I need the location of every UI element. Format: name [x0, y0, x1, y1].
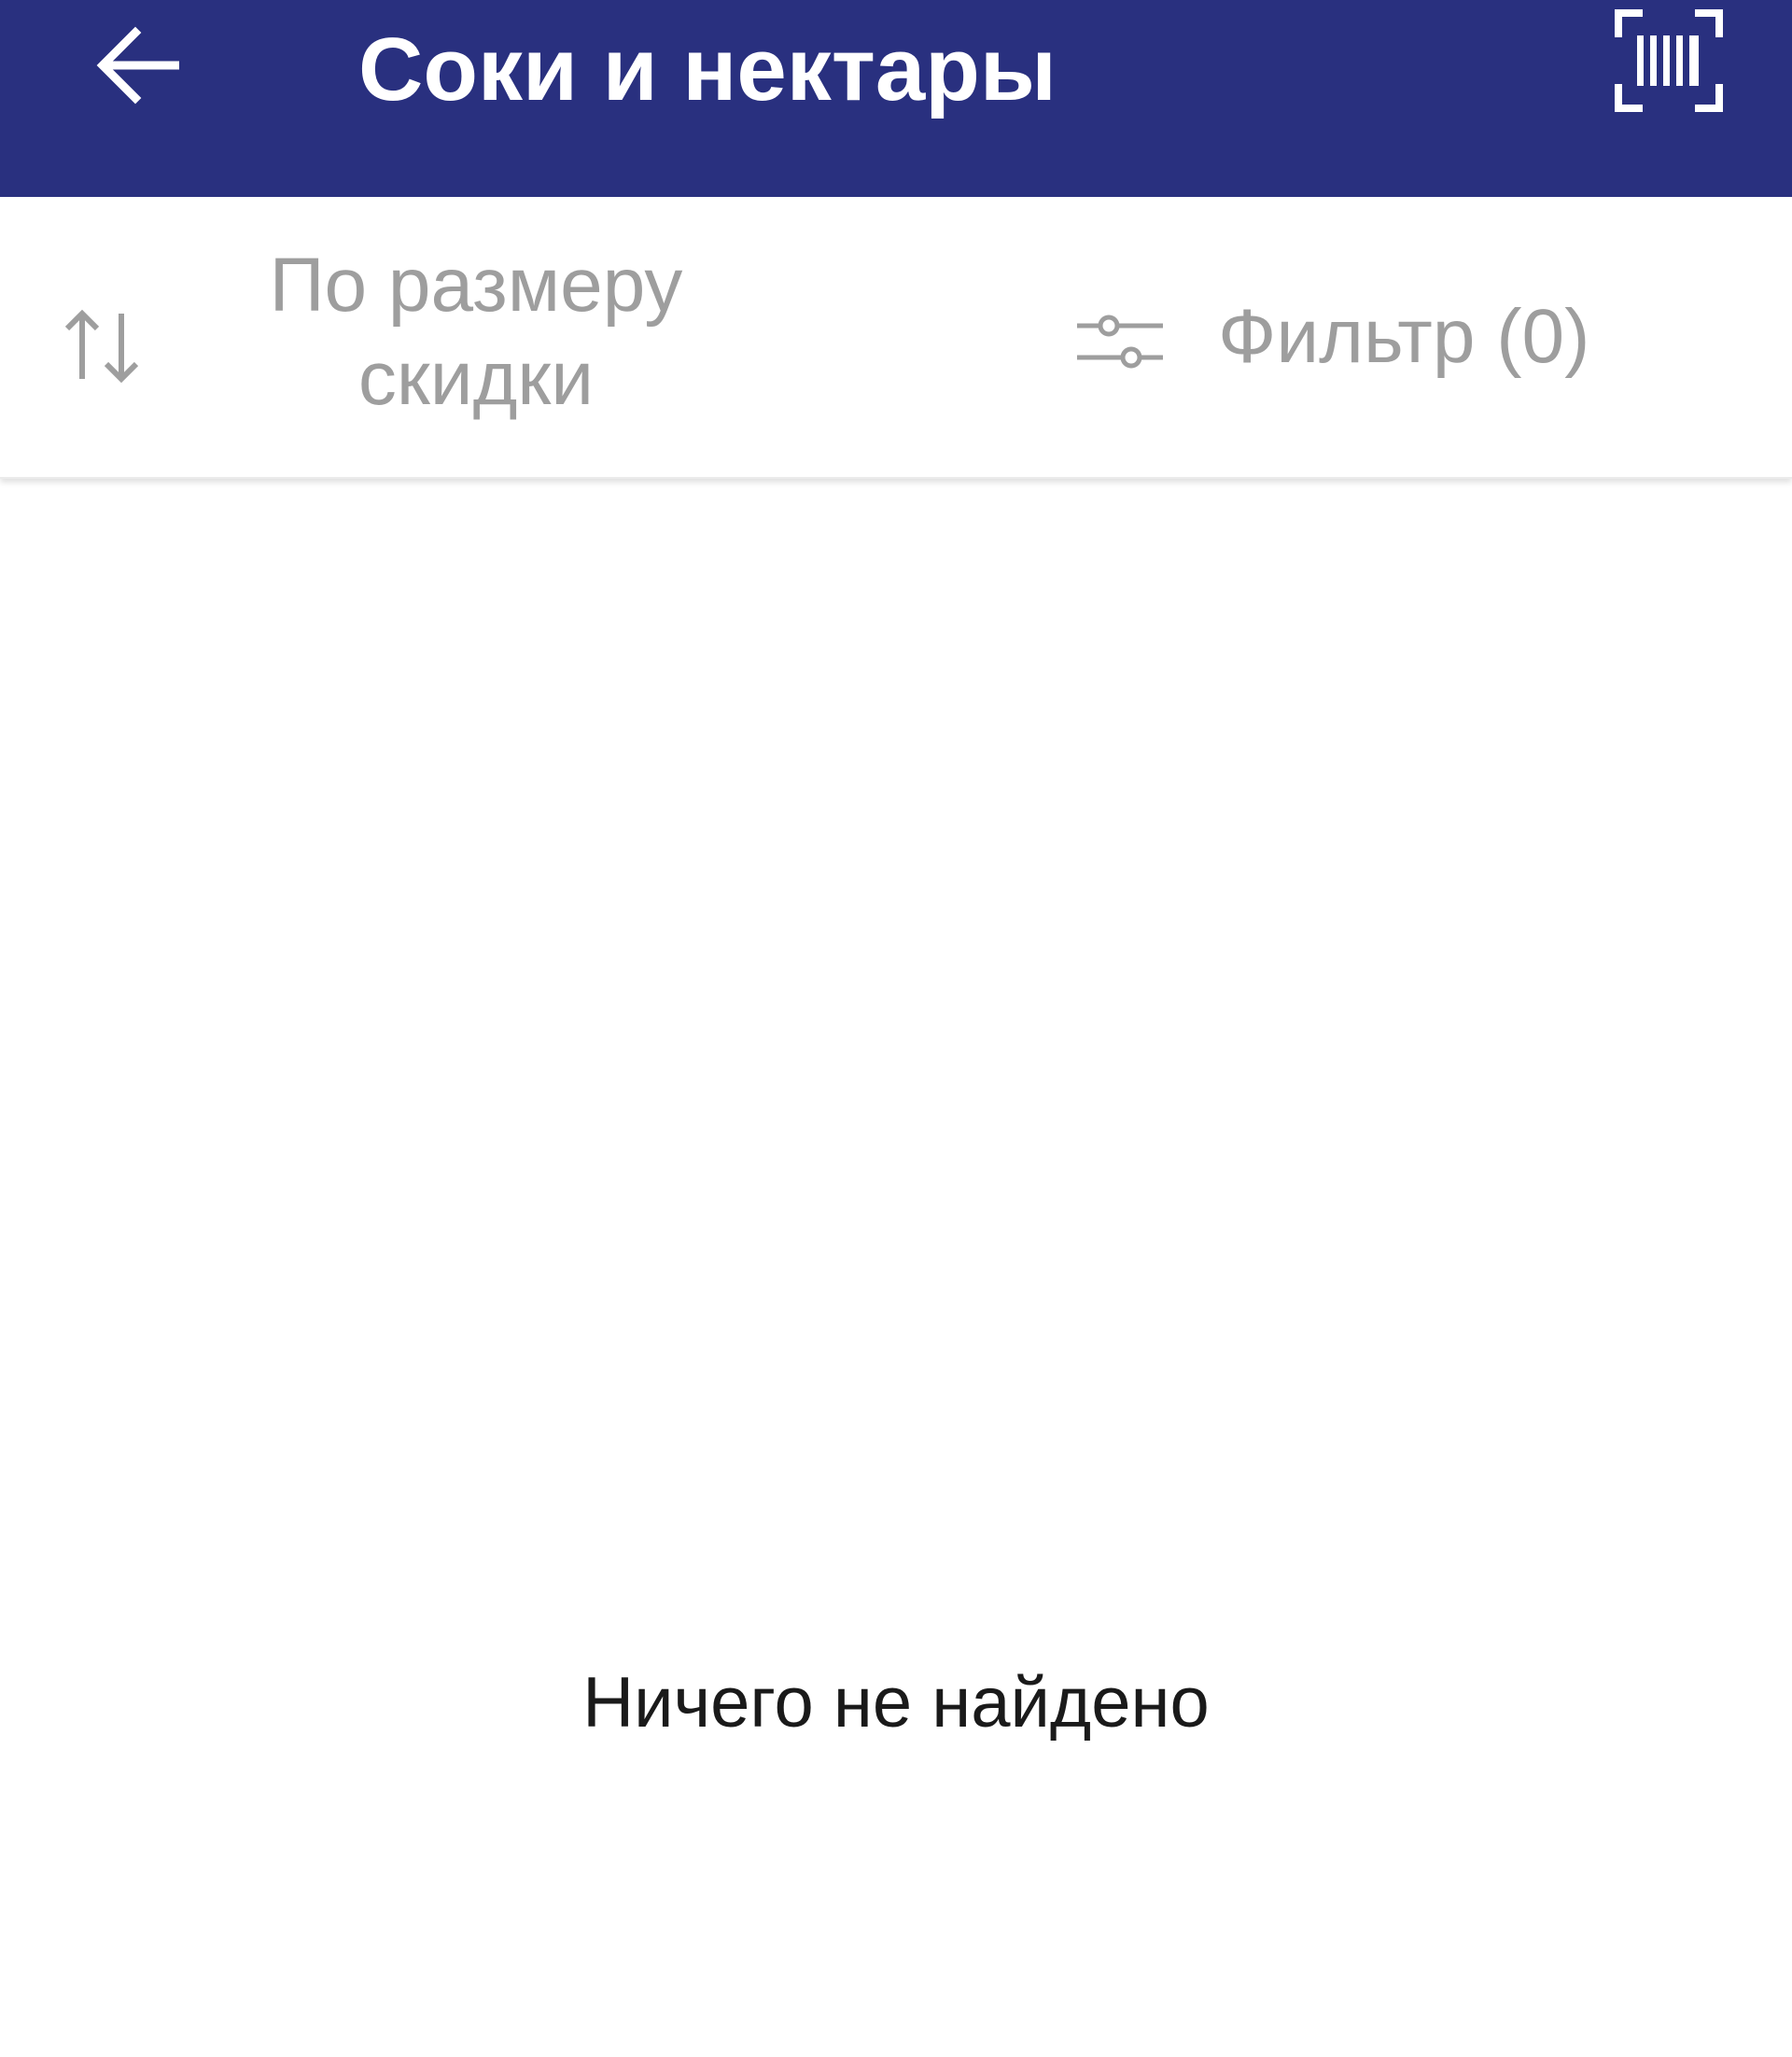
app-bar: Соки и нектары — [0, 0, 1792, 197]
sort-label: По размеру скидки — [261, 239, 691, 426]
barcode-scan-button[interactable] — [1610, 5, 1727, 117]
filter-button[interactable]: Фильтр (0) — [1064, 281, 1671, 393]
empty-state-message: Ничего не найдено — [582, 1663, 1210, 1742]
sliders-icon — [1077, 315, 1163, 369]
screen: Соки и нектары По размеру скидки Фильтр … — [0, 0, 1792, 2057]
page-title: Соки и нектары — [358, 20, 1057, 119]
sort-filter-toolbar: По размеру скидки Фильтр (0) — [0, 197, 1792, 479]
sort-button[interactable]: По размеру скидки — [47, 239, 793, 426]
barcode-scan-icon — [1614, 9, 1723, 112]
sort-label-line2: скидки — [357, 336, 595, 421]
sort-arrows-icon — [64, 309, 139, 384]
arrow-left-icon — [96, 26, 179, 105]
sort-label-line1: По размеру — [269, 243, 683, 328]
back-button[interactable] — [84, 14, 196, 117]
filter-label: Фильтр (0) — [1218, 294, 1590, 379]
